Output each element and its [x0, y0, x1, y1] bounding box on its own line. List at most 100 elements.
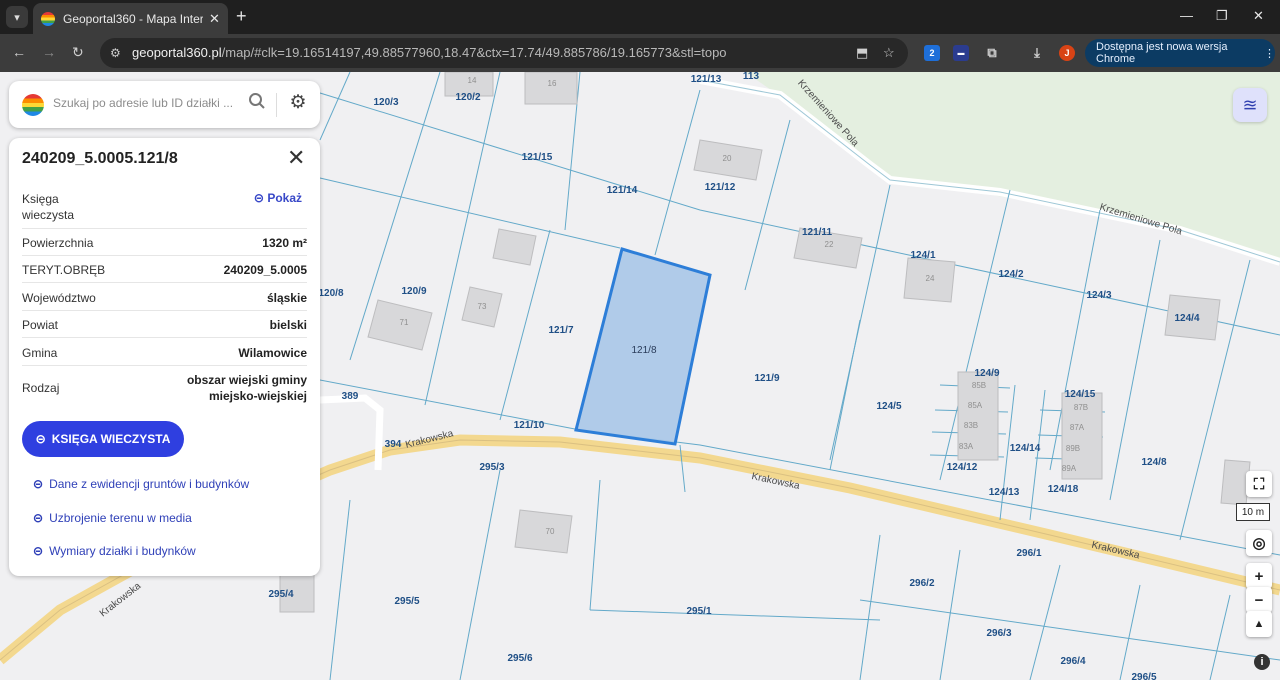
- search-box: ⚙: [9, 81, 320, 128]
- row-label: Gmina: [22, 346, 58, 360]
- close-icon[interactable]: ✕: [287, 146, 305, 170]
- row-label: Województwo: [22, 291, 96, 305]
- parcel-label: 124/9: [974, 368, 999, 379]
- row-powierzchnia: Powierzchnia 1320 m²: [22, 229, 307, 256]
- forward-icon[interactable]: →: [42, 44, 56, 60]
- bookmark-star-icon[interactable]: ☆: [883, 45, 895, 61]
- browser-toolbar: ← → ↻ ⚙ geoportal360.pl/map/#clk=19.1651…: [0, 34, 1280, 72]
- building-number: 85A: [968, 401, 983, 410]
- parcel-label: 121/9: [754, 373, 779, 384]
- parcel-label: 124/4: [1174, 313, 1199, 324]
- fullscreen-icon[interactable]: ⛶: [1246, 471, 1272, 497]
- parcel-label: 394: [385, 439, 402, 450]
- building-number: 87B: [1074, 403, 1088, 412]
- link-icon: ⊝: [33, 544, 44, 558]
- building-number: 73: [478, 302, 487, 311]
- wymiary-link[interactable]: ⊝ Wymiary działki i budynków: [33, 544, 196, 558]
- info-icon[interactable]: i: [1254, 654, 1270, 670]
- ewidencja-link[interactable]: ⊝ Dane z ewidencji gruntów i budynków: [33, 477, 249, 491]
- building-number: 87A: [1070, 423, 1085, 432]
- compass-north-icon[interactable]: ▲: [1246, 611, 1272, 637]
- parcel-label: 121/14: [607, 185, 638, 196]
- parcel-label: 121/11: [802, 227, 832, 238]
- geoportal-logo-icon[interactable]: [22, 94, 44, 116]
- layers-icon[interactable]: ≊: [1233, 88, 1267, 122]
- row-rodzaj: Rodzaj obszar wiejski gminy miejsko-wiej…: [22, 366, 307, 408]
- parcel-label: 121/12: [705, 182, 736, 193]
- row-ksiega: Księga wieczysta ⊝ Pokaż: [22, 183, 307, 229]
- tab-close-icon[interactable]: ✕: [209, 11, 220, 27]
- parcel-label: 296/1: [1016, 548, 1041, 559]
- row-gmina: Gmina Wilamowice: [22, 338, 307, 366]
- maximize-icon[interactable]: ❐: [1216, 8, 1228, 24]
- link-icon: ⊝: [253, 191, 268, 205]
- browser-tab[interactable]: Geoportal360 - Mapa Interaktywna ✕: [33, 3, 228, 34]
- tab-title: Geoportal360 - Mapa Interaktywna: [63, 11, 203, 26]
- row-label: Rodzaj: [22, 381, 60, 395]
- ksiega-wieczysta-button[interactable]: ⊝ KSIĘGA WIECZYSTA: [22, 421, 184, 457]
- link-icon: ⊝: [35, 432, 46, 446]
- locate-icon[interactable]: ◎: [1246, 530, 1272, 556]
- building-number: 16: [548, 79, 557, 88]
- parcel-label: 295/5: [394, 596, 419, 607]
- street-label: Krakowska: [1090, 540, 1141, 562]
- row-label: TERYT.OBRĘB: [22, 263, 106, 277]
- parcel-label: 120/2: [455, 92, 480, 103]
- row-value: Wilamowice: [238, 346, 307, 360]
- building-number: 71: [400, 318, 409, 327]
- settings-gear-icon[interactable]: ⚙: [286, 91, 310, 115]
- parcel-label: 296/3: [986, 628, 1011, 639]
- parcel-label: 124/5: [876, 401, 901, 412]
- url-text[interactable]: geoportal360.pl/map/#clk=19.16514197,49.…: [132, 45, 727, 60]
- minimize-icon[interactable]: —: [1180, 8, 1193, 23]
- extensions-puzzle-icon[interactable]: ⧉: [984, 45, 1000, 61]
- building-number: 85B: [972, 381, 986, 390]
- parcel-label: 121/10: [514, 420, 545, 431]
- parcel-label: 124/3: [1086, 290, 1111, 301]
- parcel-label: 295/4: [268, 589, 293, 600]
- row-label: Księga wieczysta: [22, 192, 75, 222]
- parcel-label: 121/7: [548, 325, 573, 336]
- uzbrojenie-link[interactable]: ⊝ Uzbrojenie terenu w media: [33, 511, 192, 525]
- row-teryt: TERYT.OBRĘB 240209_5.0005: [22, 256, 307, 283]
- tab-search-menu[interactable]: ▾: [6, 6, 28, 28]
- search-input[interactable]: [53, 96, 238, 110]
- reload-icon[interactable]: ↻: [72, 44, 84, 61]
- scale-bar: 10 m: [1236, 503, 1270, 521]
- building-number: 70: [546, 527, 555, 536]
- site-info-icon[interactable]: ⚙: [110, 46, 121, 60]
- chrome-update-button[interactable]: Dostępna jest nowa wersja Chrome ⋮: [1085, 39, 1275, 67]
- new-tab-button[interactable]: +: [236, 6, 247, 26]
- link-icon: ⊝: [33, 477, 44, 491]
- parcel-label: 295/3: [479, 462, 504, 473]
- search-icon[interactable]: [248, 92, 270, 114]
- downloads-icon[interactable]: ⤓: [1029, 45, 1045, 61]
- window-close-icon[interactable]: ✕: [1253, 8, 1264, 24]
- building-number: 89A: [1062, 464, 1077, 473]
- parcel-label: 124/18: [1048, 484, 1079, 495]
- extension-icon[interactable]: ▬: [953, 45, 969, 61]
- address-bar[interactable]: ⚙ geoportal360.pl/map/#clk=19.16514197,4…: [100, 38, 908, 68]
- profile-avatar[interactable]: J: [1059, 45, 1075, 61]
- parcel-label: 295/1: [686, 606, 711, 617]
- parcel-label: 120/3: [373, 97, 398, 108]
- extension-badge-icon[interactable]: 2: [924, 45, 940, 61]
- parcel-label: 121/13: [691, 74, 722, 85]
- building-number: 24: [926, 274, 935, 283]
- parcel-label: 124/2: [998, 269, 1023, 280]
- row-value: 1320 m²: [262, 236, 307, 250]
- parcel-label: 296/4: [1060, 656, 1085, 667]
- parcel-label: 124/13: [989, 487, 1020, 498]
- building-number: 83A: [959, 442, 974, 451]
- parcel-label: 124/14: [1010, 443, 1041, 454]
- parcel-label: 124/8: [1141, 457, 1166, 468]
- show-kw-link[interactable]: ⊝ Pokaż: [254, 191, 302, 205]
- zoom-out-icon[interactable]: −: [1246, 587, 1272, 613]
- row-value: obszar wiejski gminy miejsko-wiejskiej: [186, 373, 307, 403]
- zoom-in-icon[interactable]: +: [1246, 563, 1272, 589]
- install-app-icon[interactable]: ⬒: [856, 45, 868, 61]
- building-number: 83B: [964, 421, 978, 430]
- tab-bar: ▾ Geoportal360 - Mapa Interaktywna ✕ + —…: [0, 0, 1280, 34]
- back-icon[interactable]: ←: [12, 44, 26, 60]
- building-number: 22: [825, 240, 834, 249]
